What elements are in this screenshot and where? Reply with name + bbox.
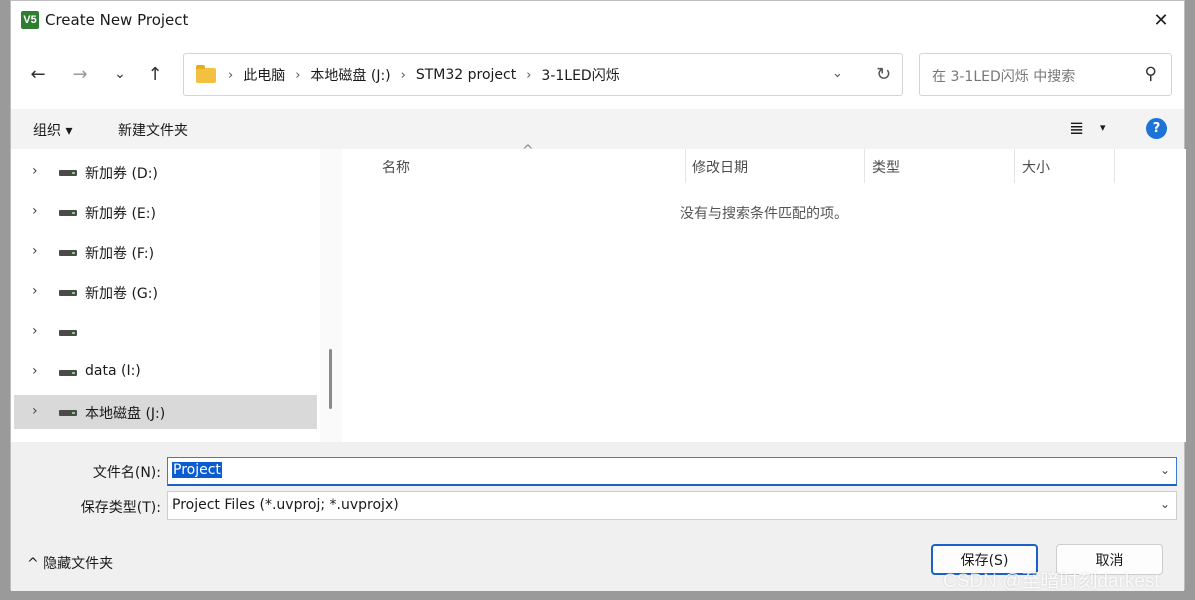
drive-icon (59, 410, 77, 416)
new-folder-button[interactable]: 新建文件夹 (118, 120, 188, 140)
tree-item-label: 新加卷 (G:) (85, 286, 158, 302)
chevron-right-icon[interactable]: › (32, 163, 38, 179)
column-divider[interactable] (1114, 149, 1115, 183)
drive-icon (59, 370, 77, 376)
back-button[interactable]: ← (25, 59, 51, 89)
tree-item-drive-e[interactable]: › 新加券 (E:) (14, 195, 317, 229)
column-divider[interactable] (864, 149, 865, 183)
folder-icon (196, 65, 216, 83)
tree-item-label: 新加券 (E:) (85, 206, 156, 222)
chevron-down-icon[interactable]: ▾ (1100, 121, 1106, 134)
forward-button[interactable]: → (67, 59, 93, 89)
drive-icon (59, 250, 77, 256)
title-bar: V5 Create New Project ✕ (11, 1, 1184, 39)
sort-ascending-icon: ^ (522, 143, 534, 159)
column-header-name[interactable]: 名称 (382, 157, 410, 177)
chevron-right-icon[interactable]: › (32, 203, 38, 219)
chevron-right-icon: › (228, 67, 234, 83)
empty-list-message: 没有与搜索条件匹配的项。 (680, 206, 848, 222)
tree-item-drive-h[interactable]: › (14, 315, 317, 349)
chevron-right-icon[interactable]: › (397, 68, 410, 83)
hide-folders-button[interactable]: ^ 隐藏文件夹 (27, 553, 113, 573)
command-bar: 组织 ▾ 新建文件夹 ≣ ▾ ? (11, 109, 1184, 149)
breadcrumb: › 此电脑 › 本地磁盘 (J:) › STM32 project › 3-1L… (224, 65, 626, 85)
chevron-right-icon[interactable]: › (291, 68, 304, 83)
nav-scrollbar[interactable] (320, 149, 342, 442)
help-icon[interactable]: ? (1146, 118, 1167, 139)
tree-item-drive-f[interactable]: › 新加卷 (F:) (14, 235, 317, 269)
filename-label: 文件名(N): (92, 465, 161, 481)
drive-icon (59, 210, 77, 216)
filename-value[interactable]: Project (172, 462, 222, 478)
file-list: ^ 名称 修改日期 类型 大小 没有与搜索条件匹配的项。 (342, 143, 1186, 442)
breadcrumb-item-stm32-project[interactable]: STM32 project (410, 67, 522, 83)
breadcrumb-item-current-folder[interactable]: 3-1LED闪烁 (535, 65, 625, 85)
column-divider[interactable] (685, 149, 686, 183)
file-type-label: 保存类型(T): (80, 500, 161, 516)
search-icon[interactable]: ⚲ (1145, 64, 1157, 84)
drive-icon (59, 330, 77, 336)
search-input[interactable]: 在 3-1LED闪烁 中搜索 ⚲ (919, 53, 1172, 96)
search-placeholder: 在 3-1LED闪烁 中搜索 (932, 69, 1076, 85)
refresh-icon[interactable]: ↻ (876, 64, 891, 85)
column-header-date-modified[interactable]: 修改日期 (692, 157, 748, 177)
scroll-thumb[interactable] (329, 349, 332, 409)
tree-item-drive-j[interactable]: › 本地磁盘 (J:) (14, 395, 317, 429)
file-type-value: Project Files (*.uvproj; *.uvprojx) (172, 497, 399, 513)
column-header-type[interactable]: 类型 (872, 157, 900, 177)
chevron-right-icon[interactable]: › (32, 403, 38, 419)
tree-item-label: 新加卷 (F:) (85, 246, 155, 262)
view-options-icon[interactable]: ≣ (1069, 118, 1084, 139)
csdn-watermark: CSDN @至暗时刻darkest (943, 571, 1160, 592)
recent-locations-button[interactable]: ⌄ (107, 59, 133, 89)
breadcrumb-item-this-pc[interactable]: 此电脑 (237, 65, 291, 85)
address-bar[interactable]: › 此电脑 › 本地磁盘 (J:) › STM32 project › 3-1L… (183, 53, 903, 96)
chevron-right-icon[interactable]: › (32, 363, 38, 379)
tree-item-label: 本地磁盘 (J:) (85, 406, 166, 422)
organize-button[interactable]: 组织 ▾ (33, 120, 72, 140)
create-project-dialog: V5 Create New Project ✕ ← → ⌄ ↑ › 此电脑 › … (10, 0, 1186, 591)
tree-item-drive-g[interactable]: › 新加卷 (G:) (14, 275, 317, 309)
tree-item-drive-d[interactable]: › 新加券 (D:) (14, 155, 317, 189)
chevron-down-icon[interactable]: ⌄ (1160, 463, 1170, 477)
breadcrumb-item-drive-j[interactable]: 本地磁盘 (J:) (304, 65, 396, 85)
column-header-size[interactable]: 大小 (1022, 157, 1050, 177)
navigation-pane: › 新加券 (D:) › 新加券 (E:) › 新加卷 (F:) › 新加卷 (… (11, 149, 320, 442)
window-title: Create New Project (45, 11, 189, 29)
drive-icon (59, 170, 77, 176)
filename-input[interactable]: Project ⌄ (167, 457, 1177, 486)
chevron-right-icon[interactable]: › (522, 68, 535, 83)
chevron-down-icon[interactable]: ⌄ (1160, 497, 1170, 511)
chevron-down-icon[interactable]: ⌄ (832, 66, 843, 81)
chevron-right-icon[interactable]: › (32, 283, 38, 299)
drive-icon (59, 290, 77, 296)
tree-item-drive-i[interactable]: › data (I:) (14, 355, 317, 389)
tree-item-label: data (I:) (85, 363, 141, 379)
close-button[interactable]: ✕ (1138, 1, 1184, 39)
column-divider[interactable] (1014, 149, 1015, 183)
tree-item-label: 新加券 (D:) (85, 166, 158, 182)
up-button[interactable]: ↑ (142, 59, 168, 89)
chevron-right-icon[interactable]: › (32, 243, 38, 259)
chevron-right-icon[interactable]: › (32, 323, 38, 339)
file-type-select[interactable]: Project Files (*.uvproj; *.uvprojx) ⌄ (167, 491, 1177, 520)
keil-app-icon: V5 (21, 11, 39, 29)
